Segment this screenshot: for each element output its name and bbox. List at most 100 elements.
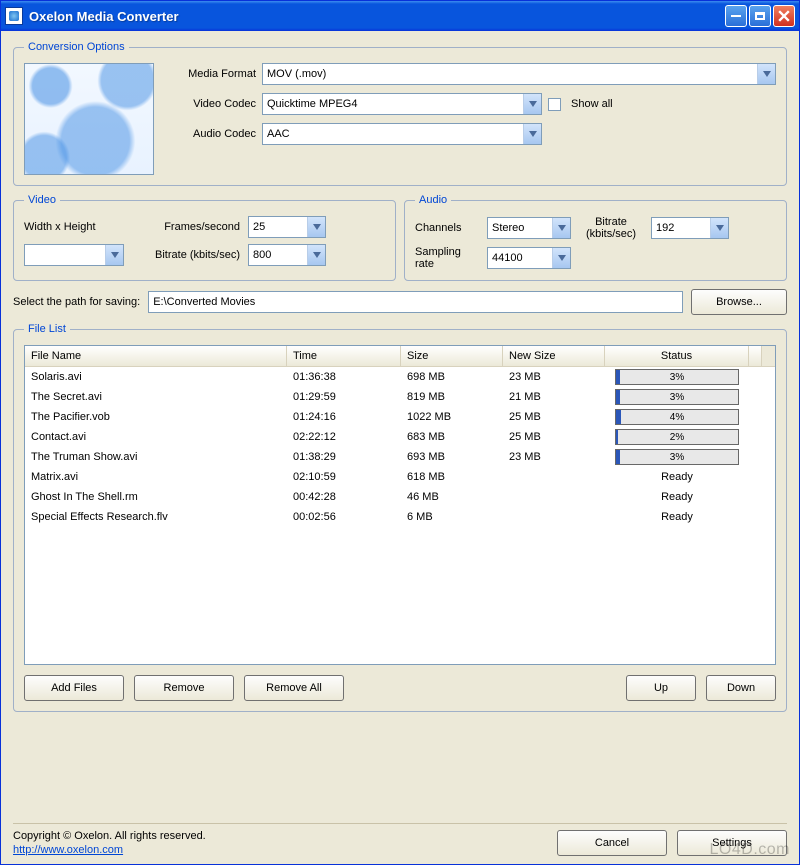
preview-thumbnail [24, 63, 154, 175]
browse-button[interactable]: Browse... [691, 289, 787, 315]
fps-combo[interactable]: 25 [248, 216, 326, 238]
width-height-combo[interactable] [24, 244, 124, 266]
cell-time: 01:24:16 [287, 411, 401, 423]
maximize-button[interactable] [749, 5, 771, 27]
cell-size: 6 MB [401, 511, 503, 523]
audio-bitrate-combo[interactable]: 192 [651, 217, 729, 239]
chevron-down-icon[interactable] [552, 218, 570, 238]
channels-combo[interactable]: Stereo [487, 217, 571, 239]
down-button[interactable]: Down [706, 675, 776, 701]
cell-time: 01:29:59 [287, 391, 401, 403]
sampling-label: Sampling rate [415, 246, 479, 270]
video-group: Video Width x Height Frames/second 25 Bi… [13, 194, 396, 281]
channels-label: Channels [415, 222, 479, 234]
copyright-text: Copyright © Oxelon. All rights reserved. [13, 830, 206, 842]
cell-time: 02:10:59 [287, 471, 401, 483]
listview-body[interactable]: Solaris.avi01:36:38698 MB23 MB3%The Secr… [25, 367, 775, 664]
media-format-value: MOV (.mov) [263, 68, 757, 80]
cell-filename: The Secret.avi [25, 391, 287, 403]
cell-newsize: 25 MB [503, 411, 605, 423]
progress-bar: 3% [615, 389, 739, 405]
column-header-spacer [749, 346, 762, 366]
settings-button[interactable]: Settings [677, 830, 787, 856]
cell-filename: Contact.avi [25, 431, 287, 443]
chevron-down-icon[interactable] [757, 64, 775, 84]
column-header-size[interactable]: Size [401, 346, 503, 366]
table-row[interactable]: The Truman Show.avi01:38:29693 MB23 MB3% [25, 447, 775, 467]
remove-button[interactable]: Remove [134, 675, 234, 701]
media-format-combo[interactable]: MOV (.mov) [262, 63, 776, 85]
show-all-checkbox[interactable] [548, 98, 561, 111]
column-header-status[interactable]: Status [605, 346, 749, 366]
remove-all-button[interactable]: Remove All [244, 675, 344, 701]
cell-newsize: 21 MB [503, 391, 605, 403]
chevron-down-icon[interactable] [307, 217, 325, 237]
progress-bar: 3% [615, 449, 739, 465]
cell-size: 693 MB [401, 451, 503, 463]
cell-filename: The Truman Show.avi [25, 451, 287, 463]
file-list-legend: File List [24, 323, 70, 335]
conversion-options-legend: Conversion Options [24, 41, 129, 53]
video-codec-combo[interactable]: Quicktime MPEG4 [262, 93, 542, 115]
table-row[interactable]: Ghost In The Shell.rm00:42:2846 MBReady [25, 487, 775, 507]
cell-status: 3% [605, 449, 749, 465]
add-files-button[interactable]: Add Files [24, 675, 124, 701]
table-row[interactable]: Special Effects Research.flv00:02:566 MB… [25, 507, 775, 527]
fps-label: Frames/second [132, 221, 240, 233]
cell-size: 819 MB [401, 391, 503, 403]
close-button[interactable] [773, 5, 795, 27]
cell-filename: Matrix.avi [25, 471, 287, 483]
chevron-down-icon[interactable] [307, 245, 325, 265]
up-button[interactable]: Up [626, 675, 696, 701]
client-area: Conversion Options Media Format MOV (.mo… [1, 31, 799, 864]
show-all-label[interactable]: Show all [571, 98, 613, 110]
minimize-button[interactable] [725, 5, 747, 27]
progress-bar: 4% [615, 409, 739, 425]
chevron-down-icon[interactable] [523, 94, 541, 114]
video-bitrate-label: Bitrate (kbits/sec) [132, 249, 240, 261]
titlebar[interactable]: Oxelon Media Converter [1, 1, 799, 31]
video-codec-label: Video Codec [166, 98, 256, 110]
cell-time: 01:38:29 [287, 451, 401, 463]
cell-filename: Ghost In The Shell.rm [25, 491, 287, 503]
website-link[interactable]: http://www.oxelon.com [13, 844, 206, 856]
cell-status: 3% [605, 369, 749, 385]
chevron-down-icon[interactable] [552, 248, 570, 268]
video-bitrate-combo[interactable]: 800 [248, 244, 326, 266]
cell-time: 00:42:28 [287, 491, 401, 503]
listview-header: File Name Time Size New Size Status [25, 346, 775, 367]
cancel-button[interactable]: Cancel [557, 830, 667, 856]
video-bitrate-value: 800 [249, 249, 307, 261]
column-header-filename[interactable]: File Name [25, 346, 287, 366]
table-row[interactable]: Contact.avi02:22:12683 MB25 MB2% [25, 427, 775, 447]
cell-size: 683 MB [401, 431, 503, 443]
table-row[interactable]: The Pacifier.vob01:24:161022 MB25 MB4% [25, 407, 775, 427]
window-title: Oxelon Media Converter [29, 9, 723, 24]
save-path-input[interactable]: E:\Converted Movies [148, 291, 683, 313]
table-row[interactable]: The Secret.avi01:29:59819 MB21 MB 3% [25, 387, 775, 407]
chevron-down-icon[interactable] [523, 124, 541, 144]
media-format-label: Media Format [166, 68, 256, 80]
file-list-group: File List File Name Time Size New Size S… [13, 323, 787, 712]
table-row[interactable]: Solaris.avi01:36:38698 MB23 MB3% [25, 367, 775, 387]
sampling-combo[interactable]: 44100 [487, 247, 571, 269]
table-row[interactable]: Matrix.avi02:10:59618 MBReady [25, 467, 775, 487]
column-header-newsize[interactable]: New Size [503, 346, 605, 366]
sampling-value: 44100 [488, 252, 552, 264]
file-listview[interactable]: File Name Time Size New Size Status Sola… [24, 345, 776, 665]
cell-filename: The Pacifier.vob [25, 411, 287, 423]
close-icon [778, 10, 790, 22]
cell-status: 4% [605, 409, 749, 425]
video-codec-value: Quicktime MPEG4 [263, 98, 523, 110]
audio-bitrate-label: Bitrate (kbits/sec) [579, 216, 643, 240]
column-header-time[interactable]: Time [287, 346, 401, 366]
chevron-down-icon[interactable] [105, 245, 123, 265]
cell-newsize: 25 MB [503, 431, 605, 443]
audio-codec-combo[interactable]: AAC [262, 123, 542, 145]
maximize-icon [755, 12, 765, 20]
chevron-down-icon[interactable] [710, 218, 728, 238]
app-window: Oxelon Media Converter Conversion Option… [0, 0, 800, 865]
progress-bar: 3% [615, 369, 739, 385]
progress-bar: 2% [615, 429, 739, 445]
width-height-label: Width x Height [24, 221, 124, 233]
